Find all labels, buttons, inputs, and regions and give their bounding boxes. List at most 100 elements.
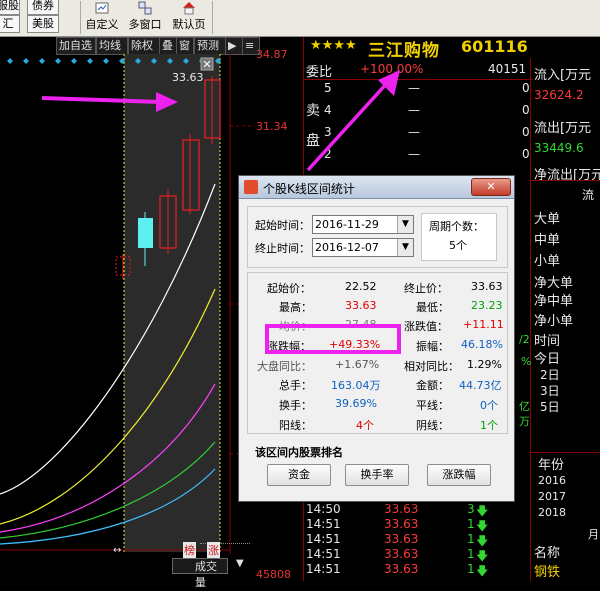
volume-axis-label: 45808 [256, 568, 291, 581]
clipped-value: 万 [519, 415, 530, 428]
tick-time: 14:51 [306, 517, 341, 531]
tick-volume: 1 [467, 547, 475, 561]
tick-row: 14:50 33.63 3 🡇 [304, 502, 530, 518]
hk-stock-button[interactable]: 服股 [0, 0, 20, 15]
divider [531, 452, 600, 453]
dialog-close-button[interactable]: ✕ [471, 178, 511, 196]
multi-window-label: 多窗口 [128, 18, 162, 31]
high-label: 最高： [279, 301, 312, 314]
clipped-value: /2 [519, 333, 530, 346]
chevron-down-icon: ▼ [397, 239, 413, 256]
rating-stars: ★★★★ [310, 38, 357, 53]
end-price-label: 终止价： [404, 282, 448, 295]
play-arrow-icon[interactable]: ▶ [225, 37, 243, 55]
period-3d-label: 3日 [540, 384, 560, 398]
volume-dropdown[interactable]: 成交量 [172, 558, 228, 589]
home-icon [183, 2, 195, 15]
rank-by-turnover-button[interactable]: 换手率 [345, 464, 409, 486]
tick-time: 14:51 [306, 532, 341, 546]
add-watchlist-button[interactable]: 加自选 [56, 37, 96, 55]
rank-by-fund-button[interactable]: 资金 [267, 464, 331, 486]
low-label: 最低： [416, 301, 449, 314]
forecast-button[interactable]: 预测 [194, 37, 226, 55]
marker-diamond-icon [23, 58, 29, 64]
year-item: 2018 [538, 506, 566, 519]
multi-window-button[interactable]: 多窗口 [126, 0, 164, 32]
weibi-count: 40151 [488, 62, 527, 76]
price-axis-mid: 31.34 [256, 120, 288, 133]
volume-dropdown-label: 成交量 [195, 560, 217, 589]
tick-price: 33.63 [384, 547, 419, 561]
end-time-value: 2016-12-07 [315, 241, 379, 254]
marker-diamond-icon [71, 58, 77, 64]
turnover-label: 换手： [279, 399, 312, 412]
app-icon [244, 180, 258, 194]
tick-time: 14:50 [306, 502, 341, 516]
end-time-label: 终止时间： [255, 242, 310, 255]
overlay-button[interactable]: 叠 [159, 37, 177, 55]
us-stock-button[interactable]: 美股 [27, 15, 59, 33]
tick-time: 14:51 [306, 547, 341, 561]
marker-diamond-icon [7, 58, 13, 64]
marker-diamond-icon [55, 58, 61, 64]
moving-average-button[interactable]: 均线 [96, 37, 128, 55]
high-value: 33.63 [345, 299, 377, 312]
inflow-label: 流入[万元 [534, 68, 592, 83]
ex-rights-button[interactable]: 除权 [128, 37, 160, 55]
custom-button[interactable]: 自定义 [83, 0, 121, 32]
rank-tag[interactable]: 榜 [183, 542, 196, 558]
today-label: 今日 [534, 352, 561, 367]
yang-label: 阳线： [279, 419, 312, 432]
end-time-select[interactable]: 2016-12-07 ▼ [312, 238, 414, 257]
price-axis-top: 34.87 [256, 48, 288, 61]
market-value: +1.67% [335, 358, 380, 371]
chevron-down-icon[interactable]: ▼ [236, 558, 244, 569]
rank-section-label: 该区间内股票排名 [255, 446, 343, 459]
year-header: 年份 [538, 458, 565, 473]
net-small-label: 净小单 [534, 314, 574, 329]
stock-name: 三江购物 [368, 41, 440, 61]
change-value-label: 涨跌值： [404, 320, 448, 333]
end-price-value: 33.63 [471, 280, 503, 293]
start-time-label: 起始时间： [255, 219, 310, 232]
forex-button[interactable]: 汇 [0, 15, 20, 33]
start-time-select[interactable]: 2016-11-29 ▼ [312, 215, 414, 234]
dialog-title-bar[interactable]: 个股K线区间统计 ✕ [239, 176, 514, 199]
period-5d-label: 5日 [540, 400, 560, 414]
divider [531, 180, 600, 181]
tick-volume: 3 [467, 502, 475, 516]
flow-side-label: 流 [582, 188, 595, 202]
window-button[interactable]: 窗 [176, 37, 194, 55]
year-item: 2017 [538, 490, 566, 503]
default-page-button[interactable]: 默认页 [169, 0, 209, 32]
top-toolbar: 服股 债券 汇 美股 自定义 多窗口 默认页 [0, 0, 600, 37]
tick-volume: 1 [467, 517, 475, 531]
flat-value: 0个 [480, 399, 498, 412]
mid-order-label: 中单 [534, 233, 561, 248]
big-order-label: 大单 [534, 212, 561, 227]
period-2d-label: 2日 [540, 368, 560, 382]
drag-handle-icon[interactable]: ↔ [113, 545, 121, 556]
flat-label: 平线： [416, 399, 449, 412]
period-value: 5个 [449, 239, 467, 252]
year-item: 2016 [538, 474, 566, 487]
sell-volume: 0 [522, 125, 530, 139]
annotation-highlight-box [265, 324, 401, 354]
net-mid-label: 净中单 [534, 294, 574, 309]
default-page-label: 默认页 [172, 18, 206, 31]
sell-volume: 0 [522, 103, 530, 117]
yang-value: 4个 [356, 419, 374, 432]
annotation-arrow [41, 92, 178, 112]
kline-chart[interactable] [0, 54, 255, 554]
start-price-label: 起始价： [267, 282, 311, 295]
inflow-value: 32624.2 [534, 88, 584, 102]
sector-name-value: 钢铁 [534, 565, 561, 580]
rank-by-change-button[interactable]: 涨跌幅 [427, 464, 491, 486]
tick-row: 14:51 33.63 1 🡇 [304, 532, 530, 548]
period-label: 周期个数： [429, 220, 484, 233]
tick-price: 33.63 [384, 532, 419, 546]
bond-button[interactable]: 债券 [27, 0, 59, 15]
toolbar-divider [80, 1, 81, 34]
tick-price: 33.63 [384, 502, 419, 516]
rise-tag[interactable]: 涨 [207, 542, 220, 558]
